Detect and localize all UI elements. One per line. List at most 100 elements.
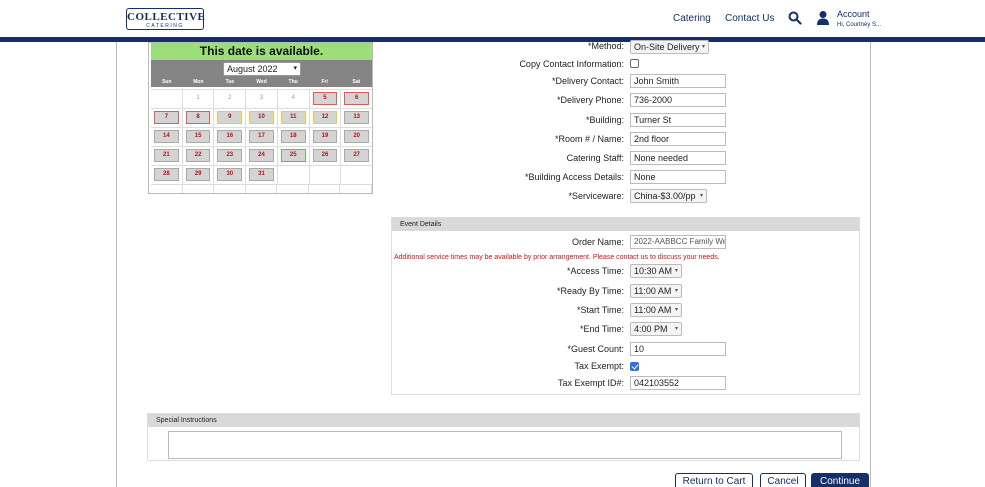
cancel-button[interactable]: Cancel — [760, 473, 806, 487]
delivery-contact-input[interactable]: John Smith — [630, 74, 726, 88]
staff-row: Catering Staff: — [392, 152, 624, 166]
logo-subtext: CATERING — [146, 23, 184, 29]
calendar-day[interactable]: 14 — [154, 130, 179, 143]
calendar-cell: 8 — [183, 109, 215, 127]
building-access-input[interactable]: None — [630, 170, 726, 184]
user-icon[interactable] — [816, 10, 830, 26]
calendar-cell: 9 — [214, 109, 247, 127]
calendar-day[interactable]: 9 — [217, 111, 243, 124]
weekday-label: Sun — [162, 79, 172, 85]
nav-contact-link[interactable]: Contact Us — [725, 13, 774, 24]
search-icon[interactable] — [788, 11, 802, 25]
building-access-label: *Building Access Details: — [524, 172, 624, 182]
chevron-down-icon: ▾ — [674, 288, 678, 294]
date-calendar: This date is available. August 2022 ▾ Su… — [148, 42, 373, 194]
calendar-day[interactable]: 29 — [185, 168, 211, 181]
calendar-cell: 11 — [278, 109, 310, 127]
month-select[interactable]: August 2022 ▾ — [223, 62, 301, 76]
start-time-value: 11:00 AM — [634, 305, 672, 315]
copy-contact-label: Copy Contact Information: — [519, 59, 624, 69]
calendar-cell: 3 — [246, 90, 278, 108]
calendar-week: 14 15 16 17 18 19 20 — [151, 127, 372, 146]
access-details-row: *Building Access Details: — [392, 171, 624, 185]
event-details-heading: Event Details — [392, 218, 859, 231]
calendar-day[interactable]: 18 — [280, 130, 306, 143]
calendar-day[interactable]: 30 — [217, 168, 243, 181]
serviceware-select[interactable]: China-$3.00/pp ▾ — [630, 189, 707, 203]
catering-staff-input[interactable]: None needed — [630, 151, 726, 165]
calendar-day[interactable]: 19 — [312, 130, 338, 143]
calendar-day[interactable]: 20 — [344, 130, 370, 143]
building-input[interactable]: Turner St — [630, 113, 726, 127]
calendar-day[interactable]: 6 — [344, 92, 370, 105]
calendar-day[interactable]: 17 — [249, 130, 274, 143]
room-label: *Room # / Name: — [554, 134, 624, 144]
nav-catering-link[interactable]: Catering — [673, 13, 711, 24]
room-input[interactable]: 2nd floor — [630, 132, 726, 146]
method-select[interactable]: On-Site Delivery ▾ — [630, 40, 709, 54]
account-link[interactable]: Account — [837, 9, 870, 19]
calendar-day[interactable]: 23 — [217, 149, 243, 162]
order-name-input[interactable]: 2022-AABBCC Family We — [630, 235, 726, 249]
calendar-cell: 14 — [151, 128, 183, 146]
calendar-day[interactable]: 22 — [185, 149, 211, 162]
calendar-day[interactable]: 12 — [312, 111, 338, 124]
calendar-day[interactable]: 16 — [217, 130, 243, 143]
chevron-down-icon: ▾ — [674, 307, 678, 313]
tax-id-input[interactable]: 042103552 — [630, 376, 726, 390]
calendar-day — [312, 168, 338, 181]
ready-time-value: 11:00 AM — [634, 286, 672, 296]
calendar-day — [154, 92, 179, 105]
copy-contact-checkbox[interactable] — [630, 59, 639, 68]
calendar-day[interactable]: 10 — [249, 111, 274, 124]
calendar-day[interactable]: 11 — [280, 111, 306, 124]
return-to-cart-button[interactable]: Return to Cart — [675, 473, 753, 487]
calendar-day[interactable]: 21 — [154, 149, 179, 162]
calendar-day[interactable]: 28 — [154, 168, 179, 181]
calendar-cell: 30 — [214, 166, 247, 184]
tax-exempt-checkbox[interactable] — [630, 362, 639, 371]
start-time-label: *Start Time: — [576, 305, 624, 315]
collective-catering-logo[interactable]: COLLECTIVE CATERING — [126, 8, 205, 30]
weekday-label: Wed — [256, 79, 267, 85]
calendar-cell: 18 — [278, 128, 310, 146]
calendar-day[interactable]: 15 — [185, 130, 211, 143]
calendar-day[interactable]: 8 — [185, 111, 211, 124]
calendar-cell — [310, 166, 342, 184]
serviceware-label: *Serviceware: — [568, 191, 624, 201]
access-time-select[interactable]: 10:30 AM ▾ — [630, 264, 682, 278]
end-time-row: *End Time: — [392, 323, 624, 337]
guest-count-label: *Guest Count: — [567, 344, 624, 354]
method-label: *Method: — [587, 41, 624, 51]
calendar-day[interactable]: 25 — [280, 149, 306, 162]
guest-count-input[interactable]: 10 — [630, 342, 726, 356]
page-border-left — [116, 42, 117, 487]
calendar-day: 2 — [217, 92, 243, 105]
calendar-day[interactable]: 27 — [344, 149, 370, 162]
special-instructions-textarea[interactable] — [168, 431, 842, 459]
calendar-day[interactable]: 24 — [249, 149, 274, 162]
calendar-cell: 21 — [151, 147, 183, 165]
delivery-phone-input[interactable]: 736-2000 — [630, 93, 726, 107]
weekday-label: Tue — [225, 79, 235, 85]
ready-time-label: *Ready By Time: — [556, 286, 624, 296]
order-name-row: Order Name: — [392, 236, 624, 250]
calendar-day[interactable]: 26 — [312, 149, 338, 162]
continue-button[interactable]: Continue — [811, 473, 869, 487]
end-time-select[interactable]: 4:00 PM ▾ — [630, 322, 682, 336]
calendar-day: 1 — [185, 92, 211, 105]
start-time-select[interactable]: 11:00 AM ▾ — [630, 303, 682, 317]
calendar-cell: 17 — [246, 128, 278, 146]
calendar-cell: 15 — [183, 128, 215, 146]
calendar-cell: 16 — [214, 128, 247, 146]
calendar-day[interactable]: 13 — [344, 111, 370, 124]
end-time-label: *End Time: — [579, 324, 624, 334]
tax-exempt-label: Tax Exempt: — [574, 361, 624, 371]
calendar-month-bar: August 2022 ▾ — [151, 60, 372, 78]
tax-exempt-row: Tax Exempt: — [392, 360, 624, 374]
calendar-day[interactable]: 31 — [249, 168, 274, 181]
calendar-day[interactable]: 7 — [154, 111, 179, 124]
calendar-day[interactable]: 5 — [312, 92, 338, 105]
special-instructions-heading: Special Instructions — [148, 414, 859, 427]
ready-time-select[interactable]: 11:00 AM ▾ — [630, 284, 682, 298]
